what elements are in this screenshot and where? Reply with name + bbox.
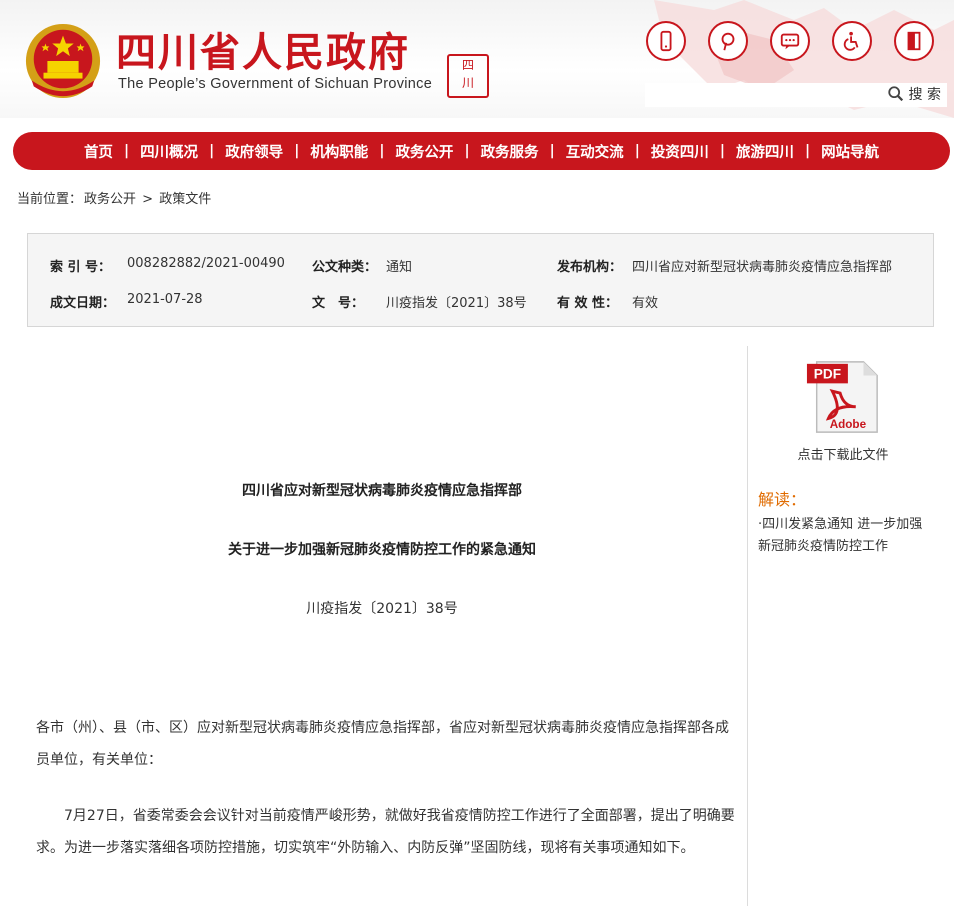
nav-item-institutions[interactable]: 机构职能 <box>299 141 379 162</box>
top-icon-bar <box>646 21 934 61</box>
site-header: 四川省人民政府 The People’s Government of Sichu… <box>0 0 954 118</box>
seal-char: 四 <box>461 58 474 72</box>
meta-index-value: 008282882/2021-00490 <box>127 256 285 271</box>
document-sidebar: PDF Adobe 点击下载此文件 解读： ·四川发紧急通知 进一步加强新冠肺炎… <box>748 346 938 906</box>
search-label: 搜 索 <box>908 87 941 103</box>
document-title-issuer: 四川省应对新型冠状病毒肺炎疫情应急指挥部 <box>242 483 522 499</box>
exit-icon[interactable] <box>894 21 934 61</box>
meta-type-value: 通知 <box>386 260 413 275</box>
nav-item-sitemap[interactable]: 网站导航 <box>810 141 890 162</box>
meta-docno-value: 川疫指发〔2021〕38号 <box>386 296 527 311</box>
nav-item-investment[interactable]: 投资四川 <box>640 141 720 162</box>
breadcrumb-prefix: 当前位置： <box>17 192 83 207</box>
meta-index: 索 引 号： <box>50 256 111 275</box>
search-box[interactable]: 搜 索 <box>645 83 947 107</box>
document-meta-box: 索 引 号： 008282882/2021-00490 公文种类： 通知 发布机… <box>27 233 934 327</box>
main-nav: 首页 | 四川概况 | 政府领导 | 机构职能 | 政务公开 | 政务服务 | 互动交流 | … <box>13 132 950 170</box>
document-paragraph: 7月27日，省委常委会会议针对当前疫情严峻形势，就做好我省疫情防控工作进行了全面… <box>36 808 735 856</box>
pdf-badge-text: PDF <box>814 366 841 381</box>
nav-item-interaction[interactable]: 互动交流 <box>555 141 635 162</box>
meta-valid-value: 有效 <box>632 296 659 311</box>
download-file-link[interactable]: 点击下载此文件 <box>748 444 938 463</box>
site-title[interactable]: 四川省人民政府 <box>116 20 410 78</box>
meta-date-label: 成文日期： <box>50 296 116 311</box>
meta-valid-label: 有 效 性： <box>557 296 619 311</box>
meta-org-value: 四川省应对新型冠状病毒肺炎疫情应急指挥部 <box>632 260 893 275</box>
site-subtitle: The People’s Government of Sichuan Provi… <box>118 76 433 92</box>
pdf-brand-text: Adobe <box>830 418 867 431</box>
document-title: 关于进一步加强新冠肺炎疫情防控工作的紧急通知 <box>228 542 536 558</box>
document-paragraph: 各市（州）、县（市、区）应对新型冠状病毒肺炎疫情应急指挥部，省应对新型冠状病毒肺… <box>36 720 729 768</box>
breadcrumb-link-policy[interactable]: 政策文件 <box>159 192 211 207</box>
breadcrumb-separator: > <box>142 192 154 207</box>
search-button[interactable]: 搜 索 <box>887 84 941 104</box>
pdf-file-icon[interactable]: PDF Adobe <box>805 358 883 436</box>
nav-item-services[interactable]: 政务服务 <box>470 141 550 162</box>
meta-date-value: 2021-07-28 <box>127 292 203 307</box>
mobile-icon[interactable] <box>646 21 686 61</box>
search-icon <box>887 86 903 102</box>
document-number: 川疫指发〔2021〕38号 <box>306 601 458 617</box>
nav-item-leaders[interactable]: 政府领导 <box>214 141 294 162</box>
nav-item-overview[interactable]: 四川概况 <box>129 141 209 162</box>
breadcrumb-link-gov-affairs[interactable]: 政务公开 <box>84 192 136 207</box>
meta-docno-label: 文 号： <box>312 296 365 311</box>
nav-item-gov-affairs[interactable]: 政务公开 <box>384 141 464 162</box>
accessibility-icon[interactable] <box>832 21 872 61</box>
seal-stamp: 四 川 <box>447 54 489 98</box>
breadcrumb: 当前位置： 政务公开 > 政策文件 <box>17 188 213 207</box>
interpretation-link[interactable]: ·四川发紧急通知 进一步加强新冠肺炎疫情防控工作 <box>758 514 934 558</box>
document-content: 四川省应对新型冠状病毒肺炎疫情应急指挥部 关于进一步加强新冠肺炎疫情防控工作的紧… <box>17 346 748 906</box>
wechat-icon[interactable] <box>770 21 810 61</box>
nav-item-tourism[interactable]: 旅游四川 <box>725 141 805 162</box>
weibo-icon[interactable] <box>708 21 748 61</box>
meta-type-label: 公文种类： <box>312 260 378 275</box>
meta-index-label: 索 引 号： <box>50 260 112 275</box>
national-emblem-icon[interactable] <box>24 22 102 100</box>
seal-char: 川 <box>461 76 474 90</box>
meta-org-label: 发布机构： <box>557 260 623 275</box>
interpretation-heading: 解读： <box>758 490 807 509</box>
nav-item-home[interactable]: 首页 <box>73 141 124 162</box>
